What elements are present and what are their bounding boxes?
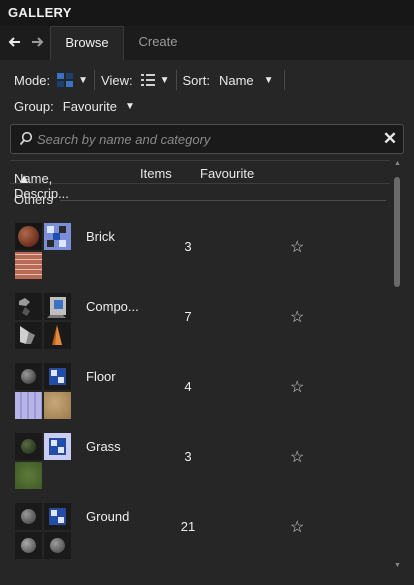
- back-arrow-icon[interactable]: [8, 35, 22, 49]
- item-name: Grass: [86, 439, 121, 454]
- item-count: 4: [184, 379, 192, 394]
- view-dropdown-arrow-icon[interactable]: ▼: [160, 75, 170, 86]
- tab-create[interactable]: Create: [124, 26, 192, 60]
- floor-wood-texture-thumbnail: [44, 392, 71, 419]
- floor-sphere-thumbnail: [15, 363, 42, 390]
- column-header: Name, Descrip... ▲ Items Favourite: [10, 160, 390, 201]
- ground-sphere-thumbnail: [15, 532, 42, 559]
- favourite-star-icon[interactable]: ☆: [290, 237, 304, 257]
- floor-tile-texture-thumbnail: [15, 392, 42, 419]
- list-scrollbar[interactable]: ▲ ▼: [392, 160, 404, 580]
- grass-sphere-thumbnail: [15, 433, 42, 460]
- list-item[interactable]: Compo... 7 ☆: [10, 290, 386, 360]
- item-thumbnails: [15, 293, 73, 351]
- list-item[interactable]: Grass 3 ☆: [10, 430, 386, 500]
- group-dropdown-arrow-icon[interactable]: ▼: [125, 101, 135, 112]
- favourite-star-icon[interactable]: ☆: [290, 307, 304, 327]
- group-title: Others: [14, 192, 54, 207]
- item-name: Brick: [86, 229, 115, 244]
- search-input[interactable]: [37, 129, 377, 149]
- clear-search-icon[interactable]: ✕: [382, 130, 398, 148]
- item-name: Compo...: [86, 299, 139, 314]
- item-count: 7: [184, 309, 192, 324]
- column-items-header[interactable]: Items: [140, 166, 172, 181]
- tab-bar: Browse Create: [0, 26, 414, 60]
- scrollbar-thumb[interactable]: [394, 177, 400, 287]
- compound-mesh-thumbnail: [15, 322, 42, 349]
- favourite-star-icon[interactable]: ☆: [290, 517, 304, 537]
- item-thumbnails: [15, 363, 73, 421]
- grass-texture-thumbnail: [15, 462, 42, 489]
- item-thumbnails: [15, 503, 73, 561]
- ground-sphere-thumbnail: [44, 532, 71, 559]
- sort-dropdown-arrow-icon[interactable]: ▼: [264, 75, 274, 86]
- item-count: 3: [184, 449, 192, 464]
- item-count: 21: [180, 519, 196, 534]
- material-badge-icon: [44, 503, 71, 530]
- item-thumbnails: [15, 223, 73, 281]
- scroll-up-icon[interactable]: ▲: [394, 160, 401, 167]
- material-badge-icon: [44, 223, 71, 250]
- mode-label: Mode:: [14, 72, 51, 88]
- item-count: 3: [184, 239, 192, 254]
- sort-select[interactable]: Name: [219, 73, 254, 88]
- compound-part-thumbnail: [15, 293, 42, 320]
- panel-title: GALLERY: [8, 5, 72, 20]
- search-box: ✕: [10, 124, 404, 154]
- favourite-star-icon[interactable]: ☆: [290, 447, 304, 467]
- toolbar-row: Mode: ▼ View: ▼ Sort: Name ▼: [14, 70, 291, 90]
- brick-texture-thumbnail: [15, 252, 42, 279]
- grid-mode-icon[interactable]: [57, 73, 74, 87]
- brick-material-thumbnail: [15, 223, 42, 250]
- toolbar-divider: [175, 70, 177, 90]
- group-row: Group: Favourite ▼: [14, 96, 135, 116]
- toolbar-divider: [283, 70, 285, 90]
- compound-node-thumbnail: [44, 293, 71, 320]
- mode-dropdown-arrow-icon[interactable]: ▼: [78, 75, 88, 86]
- forward-arrow-icon[interactable]: [30, 35, 44, 49]
- item-thumbnails: [15, 433, 73, 491]
- list-item[interactable]: Ground 21 ☆: [10, 500, 386, 570]
- item-name: Floor: [86, 369, 116, 384]
- group-label: Group:: [14, 98, 54, 114]
- list-item[interactable]: Brick 3 ☆: [10, 220, 386, 290]
- magnifier-icon: [19, 131, 33, 147]
- material-badge-icon: [44, 433, 71, 460]
- item-name: Ground: [86, 509, 130, 524]
- group-header[interactable]: Others: [14, 192, 386, 208]
- view-label: View:: [101, 72, 133, 88]
- scroll-down-icon[interactable]: ▼: [394, 562, 401, 569]
- group-select[interactable]: Favourite: [63, 99, 117, 114]
- list-view-icon[interactable]: [140, 73, 155, 87]
- column-name-header[interactable]: Name, Descrip... ▲: [14, 166, 69, 201]
- compound-cone-thumbnail: [44, 322, 71, 349]
- favourite-star-icon[interactable]: ☆: [290, 377, 304, 397]
- tab-browse[interactable]: Browse: [50, 26, 124, 60]
- ground-sphere-thumbnail: [15, 503, 42, 530]
- panel-titlebar: GALLERY: [0, 0, 414, 26]
- material-badge-icon: [44, 363, 71, 390]
- sort-label: Sort:: [182, 72, 210, 88]
- sort-ascending-icon: ▲: [17, 171, 31, 186]
- column-favourite-header[interactable]: Favourite: [200, 166, 254, 181]
- toolbar-divider: [94, 70, 96, 90]
- group-divider: [60, 200, 386, 201]
- list-item[interactable]: Floor 4 ☆: [10, 360, 386, 430]
